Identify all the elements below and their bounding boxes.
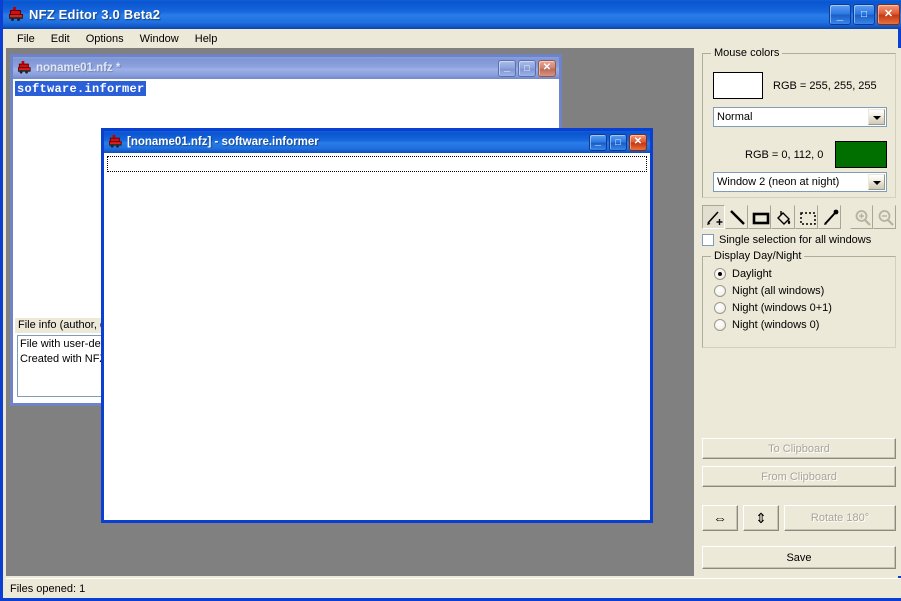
train-icon bbox=[8, 6, 24, 23]
magnifier-plus-icon bbox=[855, 210, 871, 226]
flip-vertical-button[interactable]: ⇕ bbox=[743, 505, 779, 531]
to-clipboard-button[interactable]: To Clipboard bbox=[702, 438, 896, 459]
minimize-glyph: _ bbox=[594, 134, 602, 147]
single-selection-checkbox[interactable]: Single selection for all windows bbox=[702, 234, 871, 246]
mdi-close-button-2[interactable]: ✕ bbox=[629, 133, 647, 151]
radio-label: Night (all windows) bbox=[732, 285, 825, 297]
caption-button-group: _ □ ✕ bbox=[827, 4, 900, 25]
mouse-colors-title: Mouse colors bbox=[711, 47, 783, 59]
radio-button[interactable] bbox=[714, 302, 726, 314]
secondary-color-swatch[interactable] bbox=[835, 141, 887, 168]
select-tool[interactable] bbox=[794, 205, 818, 229]
menu-item-options[interactable]: Options bbox=[78, 31, 132, 47]
menu-bar: File Edit Options Window Help bbox=[3, 29, 898, 48]
secondary-rgb-label: RGB = 0, 112, 0 bbox=[745, 149, 824, 161]
primary-color-swatch[interactable] bbox=[713, 72, 763, 99]
name-field-selected-text: software.informer bbox=[15, 81, 146, 96]
mdi-minimize-button-2[interactable]: _ bbox=[589, 133, 607, 151]
radio-label: Daylight bbox=[732, 268, 772, 280]
maximize-glyph: □ bbox=[860, 8, 868, 20]
single-selection-label: Single selection for all windows bbox=[719, 234, 872, 246]
pencil-plus-icon bbox=[707, 211, 723, 225]
line-tool[interactable] bbox=[725, 205, 749, 229]
magnifier-minus-icon bbox=[878, 210, 894, 226]
close-glyph: ✕ bbox=[633, 136, 643, 147]
display-day-night-group: Display Day/Night Daylight Night (all wi… bbox=[702, 250, 896, 348]
radio-daylight[interactable]: Daylight bbox=[714, 268, 772, 280]
mdi-minimize-button-1[interactable]: _ bbox=[498, 59, 516, 77]
train-icon bbox=[17, 61, 31, 75]
color-mode-combobox[interactable]: Normal bbox=[713, 107, 887, 127]
from-clipboard-button[interactable]: From Clipboard bbox=[702, 466, 896, 487]
radio-night-windows-0-1[interactable]: Night (windows 0+1) bbox=[714, 302, 832, 314]
rotate-180-button[interactable]: Rotate 180° bbox=[784, 505, 896, 531]
eyedropper-icon bbox=[823, 209, 839, 225]
window2-text-field[interactable] bbox=[107, 156, 647, 172]
paint-bucket-icon bbox=[777, 211, 791, 225]
mdi-caption-button-group-1: _ □ ✕ bbox=[496, 59, 556, 77]
save-button[interactable]: Save bbox=[702, 546, 896, 569]
flip-horizontal-button[interactable]: ⇔ bbox=[702, 505, 738, 531]
window-title: NFZ Editor 3.0 Beta2 bbox=[29, 7, 161, 22]
mdi-maximize-button-2[interactable]: □ bbox=[609, 133, 627, 151]
minimize-glyph: _ bbox=[836, 8, 844, 22]
close-button[interactable]: ✕ bbox=[877, 4, 900, 25]
checkbox-box[interactable] bbox=[702, 234, 714, 246]
window-select-value: Window 2 (neon at night) bbox=[717, 176, 840, 188]
maximize-glyph: □ bbox=[524, 62, 530, 73]
mdi-child-title-1: noname01.nfz * bbox=[36, 62, 121, 74]
pencil-add-tool[interactable] bbox=[702, 205, 726, 229]
menu-item-help[interactable]: Help bbox=[187, 31, 226, 47]
status-bar: Files opened: 1 bbox=[6, 578, 901, 598]
mdi-child-body-2 bbox=[104, 153, 650, 520]
application-window: NFZ Editor 3.0 Beta2 _ □ ✕ File Edit Opt… bbox=[0, 0, 901, 601]
radio-night-all-windows[interactable]: Night (all windows) bbox=[714, 285, 824, 297]
window-select-combobox[interactable]: Window 2 (neon at night) bbox=[713, 172, 887, 192]
fill-tool[interactable] bbox=[771, 205, 795, 229]
maximize-glyph: □ bbox=[615, 136, 621, 147]
menu-item-edit[interactable]: Edit bbox=[43, 31, 78, 47]
rectangle-tool[interactable] bbox=[748, 205, 772, 229]
maximize-button[interactable]: □ bbox=[853, 4, 875, 25]
tool-panel: Mouse colors RGB = 255, 255, 255 Normal … bbox=[697, 47, 901, 576]
minimize-button[interactable]: _ bbox=[829, 4, 851, 25]
primary-rgb-label: RGB = 255, 255, 255 bbox=[773, 80, 877, 92]
mdi-child-titlebar-2[interactable]: [noname01.nfz] - software.informer _ □ ✕ bbox=[104, 131, 650, 153]
mdi-maximize-button-1[interactable]: □ bbox=[518, 59, 536, 77]
minimize-glyph: _ bbox=[503, 60, 511, 73]
radio-button[interactable] bbox=[714, 319, 726, 331]
zoom-in-tool[interactable] bbox=[849, 205, 873, 229]
close-glyph: ✕ bbox=[542, 62, 552, 73]
rectangle-icon bbox=[752, 212, 770, 225]
radio-night-windows-0[interactable]: Night (windows 0) bbox=[714, 319, 819, 331]
mdi-child-titlebar-1[interactable]: noname01.nfz * _ □ ✕ bbox=[13, 57, 559, 79]
line-icon bbox=[730, 210, 745, 225]
train-icon bbox=[108, 135, 122, 149]
radio-button[interactable] bbox=[714, 268, 726, 280]
chevron-down-icon[interactable] bbox=[868, 109, 885, 125]
zoom-out-tool[interactable] bbox=[872, 205, 896, 229]
mouse-colors-group: Mouse colors RGB = 255, 255, 255 Normal … bbox=[702, 47, 896, 198]
mdi-caption-button-group-2: _ □ ✕ bbox=[587, 133, 647, 151]
drawing-tools-toolbar bbox=[702, 205, 896, 229]
radio-button[interactable] bbox=[714, 285, 726, 297]
mdi-child-title-2: [noname01.nfz] - software.informer bbox=[127, 136, 319, 148]
title-bar: NFZ Editor 3.0 Beta2 _ □ ✕ bbox=[3, 0, 901, 29]
radio-label: Night (windows 0) bbox=[732, 319, 820, 331]
mdi-child-window-software-informer[interactable]: [noname01.nfz] - software.informer _ □ ✕ bbox=[101, 128, 653, 523]
display-day-night-title: Display Day/Night bbox=[711, 250, 805, 262]
mdi-close-button-1[interactable]: ✕ bbox=[538, 59, 556, 77]
marquee-icon bbox=[799, 212, 816, 225]
menu-item-window[interactable]: Window bbox=[132, 31, 187, 47]
mdi-client-area: noname01.nfz * _ □ ✕ software.informer F… bbox=[6, 48, 694, 576]
close-glyph: ✕ bbox=[883, 8, 894, 20]
eyedropper-tool[interactable] bbox=[817, 205, 841, 229]
menu-item-file[interactable]: File bbox=[9, 31, 43, 47]
color-mode-value: Normal bbox=[717, 111, 753, 123]
chevron-down-icon[interactable] bbox=[868, 174, 885, 190]
status-text: Files opened: 1 bbox=[10, 582, 86, 595]
radio-label: Night (windows 0+1) bbox=[732, 302, 832, 314]
name-field[interactable]: software.informer bbox=[15, 81, 557, 96]
